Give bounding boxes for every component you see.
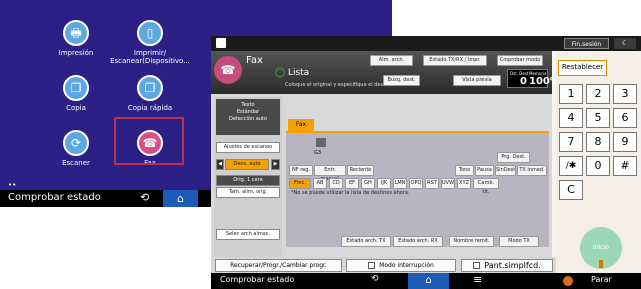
tab-lmn[interactable]: LMN — [393, 178, 407, 189]
stop-button[interactable]: Parar — [591, 275, 612, 284]
search-destination-button[interactable]: Busq. dest. — [383, 75, 420, 86]
tab-ab[interactable]: AB — [313, 178, 327, 189]
interrupt-checkbox — [368, 262, 376, 269]
key-1[interactable]: 1 — [559, 84, 583, 104]
tone-button[interactable]: Tono — [455, 165, 474, 176]
quick-copy-icon: ❐ — [137, 75, 163, 101]
scan-settings-button[interactable]: Ajustes de escaneo — [216, 142, 280, 153]
logout-button[interactable]: Fin.sesión — [564, 38, 609, 49]
destination-area: G3 Prg. Dest. NF reg. Entr. manual Recie… — [286, 131, 549, 247]
energy-saver-icon[interactable]: ☾ — [614, 38, 636, 49]
usb-icon: ▯ — [137, 20, 163, 46]
status-tx-rx-button[interactable]: Estado TX/RX / Impr. — [423, 55, 487, 66]
select-stored-file-button[interactable]: Selec arch almac. — [216, 229, 280, 240]
copy-icon: ❐ — [63, 75, 89, 101]
app-imprimir-escanear[interactable]: ▯ Imprimir/ Escanear(Dispositivo... — [105, 20, 195, 65]
ready-icon: ◯ — [275, 68, 286, 78]
fax-screen: ☎ Fax ◯ Lista Coloque el original y espe… — [211, 51, 560, 257]
scanner-icon: ⟳ — [63, 130, 89, 156]
back-arrow-icon[interactable]: ⟲ — [140, 191, 149, 204]
original-sides-button[interactable]: Orig. 1 cara — [216, 175, 280, 186]
fax-panel: Fin.sesión ☾ ☎ Fax ◯ Lista Coloque el or… — [211, 36, 641, 289]
file-status-rx-button[interactable]: Estado arch. RX — [393, 236, 443, 247]
fax-title: Fax — [246, 55, 263, 66]
stop-icon[interactable] — [563, 276, 573, 286]
preview-button[interactable]: Vista previa — [453, 75, 501, 86]
key-hash[interactable]: # — [613, 156, 637, 176]
start-indicator — [599, 260, 603, 268]
key-7[interactable]: 7 — [559, 132, 583, 152]
numeric-keypad: Restablecer 1 2 3 4 5 6 7 8 9 /✱ 0 # C I… — [556, 51, 641, 289]
tab-opq[interactable]: OPQ — [409, 178, 423, 189]
recover-program-button[interactable]: Recuperar/Progr./Cambiar progr. — [215, 259, 342, 272]
density-right-button[interactable]: ▶ — [271, 159, 280, 170]
tab-cd[interactable]: CD — [329, 178, 343, 189]
destination-note: *No se puede utilizar la lista de destin… — [291, 190, 410, 196]
tx-mode-button[interactable]: Modo TX — [499, 236, 539, 247]
home-icon[interactable]: ⌂ — [408, 273, 449, 289]
tab-rst[interactable]: RST — [425, 178, 439, 189]
density-value: Dens. auto — [225, 159, 269, 170]
program-destination-button[interactable]: Prg. Dest. — [497, 152, 530, 163]
fax-machine-icon — [316, 138, 326, 147]
file-status-tx-button[interactable]: Estado arch. TX — [341, 236, 391, 247]
tab-ijk[interactable]: IJK — [377, 178, 391, 189]
tab-fax[interactable]: Fax — [288, 119, 314, 131]
tab-gh[interactable]: GH — [361, 178, 375, 189]
store-file-button[interactable]: Alm. arch. — [370, 55, 413, 66]
manual-entry-button[interactable]: Entr. manual — [314, 165, 346, 182]
key-slash-star[interactable]: /✱ — [559, 156, 583, 176]
tab-ef[interactable]: EF — [345, 178, 359, 189]
key-9[interactable]: 9 — [613, 132, 637, 152]
system-bar: Comprobar estado ⟲ ⌂ ≡ Parar — [211, 273, 641, 289]
tab-uvw[interactable]: UVW — [441, 178, 455, 189]
key-5[interactable]: 5 — [586, 108, 610, 128]
counter-display: Dst. Dest Memoria 0 100% — [507, 69, 560, 88]
page-dots: •• — [8, 181, 17, 189]
quality-button[interactable]: Texto Estándar Detección auto — [216, 99, 280, 135]
interrupt-mode-button[interactable]: Modo interrupción — [346, 259, 456, 272]
home-icon[interactable]: ⌂ — [163, 190, 198, 207]
pause-button[interactable]: Pausa — [475, 165, 494, 176]
check-status-button[interactable]: Comprobar estado — [220, 275, 294, 284]
fax-logo-icon: ☎ — [214, 56, 242, 84]
check-mode-button[interactable]: Cmprobar modo — [497, 55, 543, 66]
settings-column: Texto Estándar Detección auto Ajustes de… — [214, 97, 282, 257]
nf-reg-button[interactable]: NF reg. — [289, 165, 313, 176]
sender-name-button[interactable]: Nombre remit. — [449, 236, 494, 247]
immediate-tx-button[interactable]: TX inmed. — [517, 165, 547, 176]
recent-button[interactable]: Reciente — [347, 165, 374, 176]
fax-selection-highlight — [114, 117, 184, 165]
fax-header: ☎ Fax ◯ Lista Coloque el original y espe… — [211, 51, 560, 94]
g3-label: G3 — [314, 150, 322, 156]
change-title-button[interactable]: Camb. tit. — [473, 178, 499, 195]
simplified-screen-button[interactable]: Pant.simplfcd. — [461, 259, 553, 272]
start-button[interactable]: Inicio — [580, 227, 622, 269]
key-8[interactable]: 8 — [586, 132, 610, 152]
density-left-button[interactable]: ◀ — [216, 159, 224, 170]
key-2[interactable]: 2 — [586, 84, 610, 104]
key-4[interactable]: 4 — [559, 108, 583, 128]
top-bar: Fin.sesión ☾ — [211, 36, 641, 51]
app-copia-rapida[interactable]: ❐ Copia rápida — [105, 75, 195, 112]
key-0[interactable]: 0 — [586, 156, 610, 176]
key-6[interactable]: 6 — [613, 108, 637, 128]
background-status-button[interactable]: Comprobar estado — [8, 192, 101, 203]
printer-icon: 🖶 — [63, 20, 89, 46]
instruction-text: Coloque el original y especifique el des… — [285, 82, 395, 88]
tab-xyz[interactable]: XYZ — [457, 178, 471, 189]
no-dest-button[interactable]: SinDest — [495, 165, 516, 176]
tab-frequent[interactable]: Frec. — [289, 178, 311, 189]
menu-icon[interactable]: ≡ — [473, 273, 482, 286]
key-3[interactable]: 3 — [613, 84, 637, 104]
list-title: ◯ Lista — [275, 68, 310, 78]
simplified-checkbox — [473, 262, 481, 269]
key-clear[interactable]: C — [559, 180, 583, 200]
reset-button[interactable]: Restablecer — [558, 60, 607, 76]
original-size-button[interactable]: Tam. alim. orig. — [216, 187, 280, 198]
user-icon[interactable] — [216, 38, 226, 48]
back-arrow-icon[interactable]: ⟲ — [371, 274, 379, 284]
